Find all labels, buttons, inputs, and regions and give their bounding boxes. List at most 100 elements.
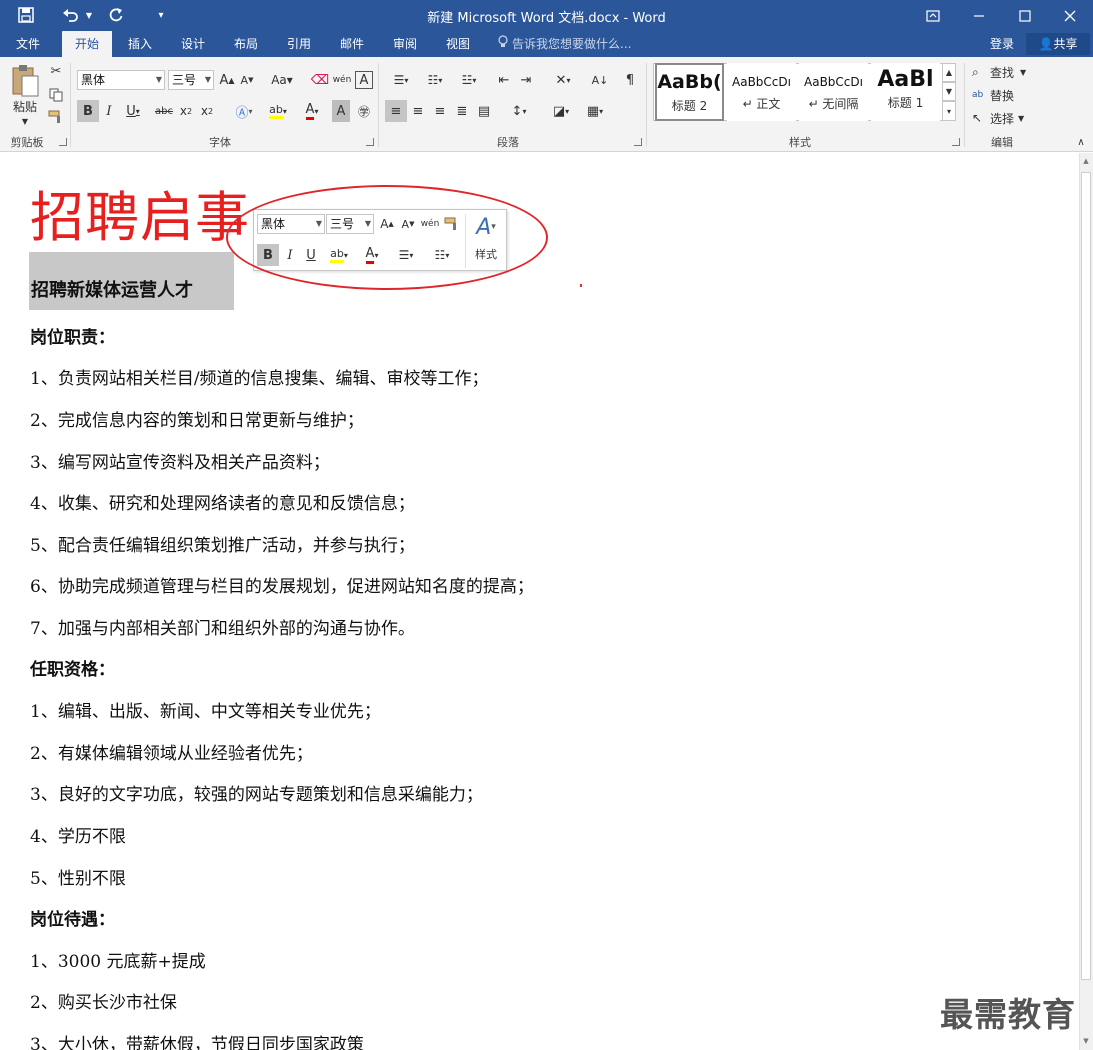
char-border-icon[interactable]: A bbox=[355, 71, 373, 89]
select-button[interactable]: ↖ 选择 ▼ bbox=[972, 107, 1042, 129]
tab-insert[interactable]: 插入 bbox=[118, 31, 162, 57]
document-title: 招聘启事 bbox=[30, 186, 250, 249]
replace-label: 替换 bbox=[990, 88, 1015, 103]
tab-references[interactable]: 引用 bbox=[277, 31, 321, 57]
style-heading-2[interactable]: AaBb( 标题 2 bbox=[655, 63, 724, 121]
tell-me-search[interactable]: 告诉我您想要做什么... bbox=[498, 31, 631, 57]
minimize-icon[interactable] bbox=[956, 0, 1002, 31]
cut-icon[interactable]: ✂ bbox=[46, 61, 66, 81]
font-name-value: 黑体 bbox=[81, 73, 106, 87]
font-size-combo[interactable]: 三号 ▼ bbox=[168, 70, 214, 90]
phonetic-guide-icon[interactable]: wén bbox=[332, 69, 352, 91]
gallery-down-icon[interactable]: ▼ bbox=[942, 82, 956, 101]
distributed-icon[interactable]: ▤ bbox=[474, 100, 494, 122]
tab-review[interactable]: 审阅 bbox=[383, 31, 427, 57]
tab-view[interactable]: 视图 bbox=[436, 31, 480, 57]
paste-icon[interactable] bbox=[8, 61, 42, 101]
document-page[interactable]: 招聘启事 招聘新媒体运营人才 岗位职责： 1、负责网站相关栏目/频道的信息搜集、… bbox=[0, 153, 1079, 1050]
group-clipboard-label: 剪贴板 bbox=[10, 136, 44, 149]
style-name: 标题 2 bbox=[671, 99, 708, 113]
tab-file[interactable]: 文件 bbox=[6, 31, 50, 57]
line-spacing-icon[interactable]: ↕ ▾ bbox=[504, 100, 534, 122]
decrease-indent-icon[interactable]: ⇤ bbox=[494, 69, 514, 91]
font-color-icon[interactable]: A ▾ bbox=[298, 100, 326, 122]
underline-button[interactable]: U ▾ bbox=[120, 100, 146, 122]
tab-design[interactable]: 设计 bbox=[171, 31, 215, 57]
replace-icon: ab bbox=[972, 90, 984, 100]
gallery-up-icon[interactable]: ▲ bbox=[942, 63, 956, 82]
replace-button[interactable]: ab 替换 bbox=[972, 84, 1042, 106]
format-painter-icon[interactable] bbox=[46, 107, 66, 127]
align-center-icon[interactable]: ≡ bbox=[408, 100, 428, 122]
style-name: 标题 1 bbox=[887, 96, 924, 110]
subscript-icon[interactable]: x2 bbox=[177, 100, 195, 122]
chinese-layout-icon[interactable]: ✕ ▾ bbox=[548, 69, 578, 91]
char-shading-icon[interactable]: A bbox=[332, 100, 350, 122]
align-right-icon[interactable]: ≡ bbox=[430, 100, 450, 122]
change-case-icon[interactable]: Aa▾ bbox=[268, 69, 296, 91]
bold-button[interactable]: B bbox=[77, 100, 99, 122]
scroll-up-icon[interactable]: ▲ bbox=[1080, 154, 1092, 168]
share-button[interactable]: 👤共享 bbox=[1026, 33, 1090, 55]
save-icon[interactable] bbox=[14, 4, 38, 26]
find-label: 查找 bbox=[990, 65, 1015, 80]
style-name: ↵ 正文 bbox=[742, 97, 781, 111]
align-left-icon[interactable]: ≡ bbox=[385, 100, 407, 122]
gallery-more-icon[interactable]: ▾ bbox=[942, 101, 956, 121]
styles-launcher-icon[interactable] bbox=[952, 138, 960, 146]
numbering-icon[interactable]: ☷ ▾ bbox=[420, 69, 450, 91]
ribbon-home: 粘贴 ▼ ✂ 剪贴板 黑体 ▼ 三号 ▼ A ▲ A ▼ Aa▾ ⌫ wén A B I… bbox=[0, 57, 1093, 152]
italic-button[interactable]: I bbox=[100, 100, 118, 122]
section-heading: 岗位职责： bbox=[30, 328, 115, 348]
style-preview: AaBl bbox=[877, 67, 934, 92]
shading-icon[interactable]: ◪ ▾ bbox=[546, 100, 576, 122]
select-label: 选择 bbox=[990, 111, 1015, 126]
increase-indent-icon[interactable]: ⇥ bbox=[516, 69, 536, 91]
superscript-icon[interactable]: x2 bbox=[198, 100, 216, 122]
word-window: ▼ ▾ 新建 Microsoft Word 文档.docx - Word 文件 … bbox=[0, 0, 1093, 1050]
borders-icon[interactable]: ▦ ▾ bbox=[580, 100, 610, 122]
tab-home[interactable]: 开始 bbox=[62, 31, 112, 57]
find-button[interactable]: ⌕ 查找 ▼ bbox=[972, 61, 1042, 83]
tab-mailings[interactable]: 邮件 bbox=[330, 31, 374, 57]
style-no-spacing[interactable]: AaBbCcDı ↵ 无间隔 bbox=[799, 63, 868, 121]
redo-icon[interactable] bbox=[104, 4, 128, 26]
style-normal[interactable]: AaBbCcDı ↵ 正文 bbox=[727, 63, 796, 121]
tab-layout[interactable]: 布局 bbox=[224, 31, 268, 57]
collapse-ribbon-icon[interactable]: ∧ bbox=[1074, 135, 1088, 149]
maximize-icon[interactable] bbox=[1002, 0, 1048, 31]
copy-icon[interactable] bbox=[46, 85, 66, 105]
close-icon[interactable] bbox=[1047, 0, 1093, 31]
clipboard-launcher-icon[interactable] bbox=[59, 138, 67, 146]
grow-font-icon[interactable]: A ▲ bbox=[218, 69, 236, 91]
customize-icon[interactable]: ▾ bbox=[152, 4, 170, 26]
font-launcher-icon[interactable] bbox=[366, 138, 374, 146]
tell-me-text: 告诉我您想要做什么... bbox=[512, 37, 632, 51]
enclose-char-icon[interactable]: ㊫ bbox=[354, 100, 374, 122]
clear-format-icon[interactable]: ⌫ bbox=[310, 69, 330, 91]
undo-icon[interactable] bbox=[58, 4, 84, 26]
paste-button[interactable]: 粘贴 bbox=[8, 97, 42, 115]
ribbon-display-icon[interactable] bbox=[910, 0, 956, 31]
paste-dropdown-icon[interactable]: ▼ bbox=[8, 115, 42, 127]
body-line: 3、编写网站宣传资料及相关产品资料； bbox=[30, 453, 330, 473]
style-heading-1[interactable]: AaBl 标题 1 bbox=[871, 63, 940, 121]
font-name-combo[interactable]: 黑体 ▼ bbox=[77, 70, 165, 90]
bullets-icon[interactable]: ☰ ▾ bbox=[386, 69, 416, 91]
text-cursor-mark bbox=[580, 284, 582, 287]
login-link[interactable]: 登录 bbox=[990, 31, 1014, 57]
shrink-font-icon[interactable]: A ▼ bbox=[238, 69, 256, 91]
body-line: 2、购买长沙市社保 bbox=[30, 993, 177, 1013]
justify-icon[interactable]: ≣ bbox=[452, 100, 472, 122]
highlight-icon[interactable]: ab ▾ bbox=[263, 100, 293, 122]
paragraph-launcher-icon[interactable] bbox=[634, 138, 642, 146]
show-marks-icon[interactable]: ¶ bbox=[620, 69, 640, 91]
strikethrough-icon[interactable]: abc bbox=[153, 100, 175, 122]
sort-icon[interactable]: A↓ bbox=[590, 69, 610, 91]
scrollbar-thumb[interactable] bbox=[1081, 172, 1091, 980]
multilevel-list-icon[interactable]: ☳ ▾ bbox=[454, 69, 484, 91]
body-line: 2、有媒体编辑领域从业经验者优先； bbox=[30, 744, 313, 764]
scroll-down-icon[interactable]: ▼ bbox=[1080, 1034, 1092, 1048]
text-effects-icon[interactable]: Ⓐ ▾ bbox=[230, 100, 258, 122]
undo-dropdown-icon[interactable]: ▼ bbox=[84, 4, 94, 26]
